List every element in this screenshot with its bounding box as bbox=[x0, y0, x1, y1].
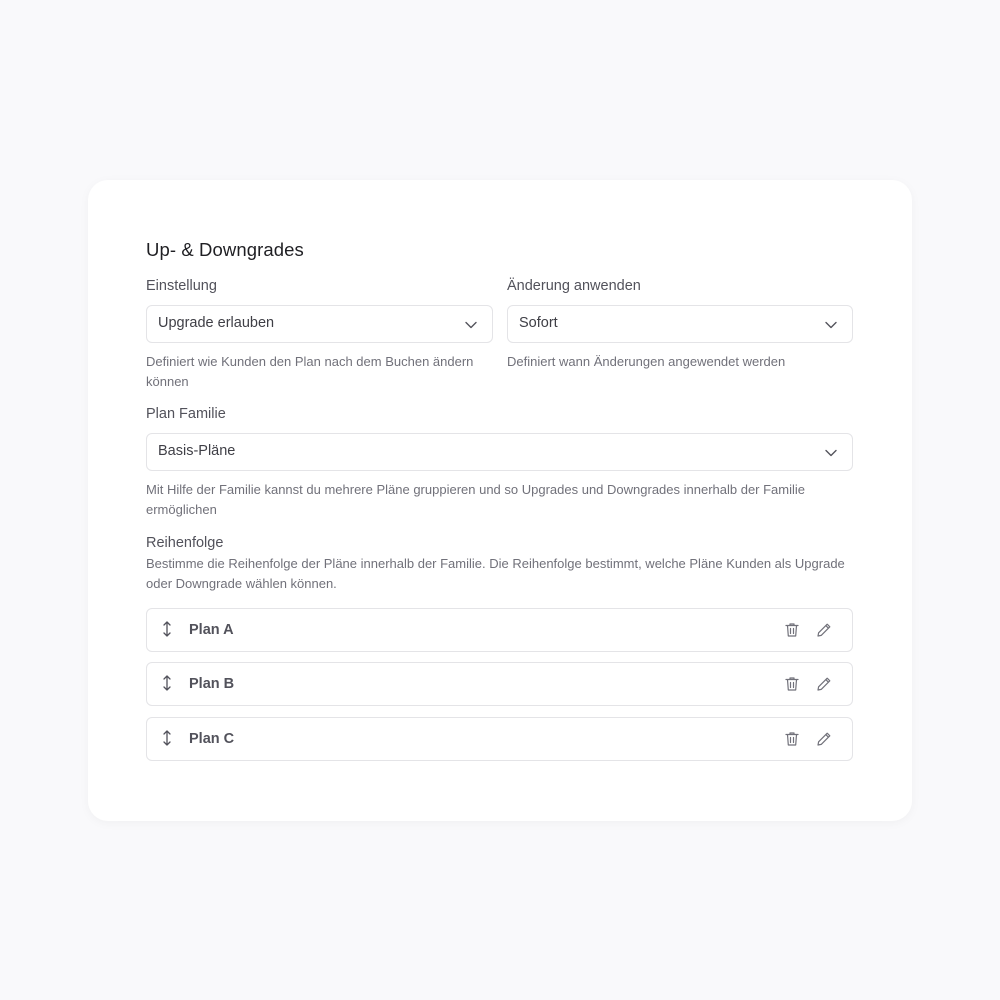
chevron-down-icon bbox=[465, 321, 477, 329]
trash-icon[interactable] bbox=[783, 621, 801, 639]
chevron-down-icon bbox=[825, 321, 837, 329]
plan-family-help: Mit Hilfe der Familie kannst du mehrere … bbox=[146, 482, 806, 517]
trash-icon[interactable] bbox=[783, 675, 801, 693]
apply-change-select[interactable]: Sofort bbox=[507, 305, 853, 343]
chevron-down-icon bbox=[825, 449, 837, 457]
plan-family-select[interactable]: Basis-Pläne bbox=[146, 433, 853, 471]
plan-name: Plan B bbox=[189, 676, 235, 692]
setting-label: Einstellung bbox=[146, 278, 217, 294]
drag-handle-icon[interactable] bbox=[160, 729, 174, 747]
pencil-icon[interactable] bbox=[815, 675, 833, 693]
plan-family-label: Plan Familie bbox=[146, 406, 226, 422]
plan-row[interactable]: Plan B bbox=[146, 662, 853, 706]
settings-card: Up- & Downgrades Einstellung Upgrade erl… bbox=[88, 180, 912, 821]
drag-handle-icon[interactable] bbox=[160, 620, 174, 638]
setting-help: Definiert wie Kunden den Plan nach dem B… bbox=[146, 354, 474, 389]
section-title: Up- & Downgrades bbox=[146, 239, 304, 260]
plan-name: Plan C bbox=[189, 731, 235, 747]
pencil-icon[interactable] bbox=[815, 621, 833, 639]
drag-handle-icon[interactable] bbox=[160, 674, 174, 692]
setting-select[interactable]: Upgrade erlauben bbox=[146, 305, 493, 343]
order-label: Reihenfolge bbox=[146, 535, 224, 551]
plan-name: Plan A bbox=[189, 622, 234, 638]
plan-row[interactable]: Plan C bbox=[146, 717, 853, 761]
apply-change-help: Definiert wann Änderungen angewendet wer… bbox=[507, 354, 786, 369]
apply-change-label: Änderung anwenden bbox=[507, 278, 641, 294]
apply-change-select-value: Sofort bbox=[519, 315, 558, 331]
pencil-icon[interactable] bbox=[815, 730, 833, 748]
order-help: Bestimme die Reihenfolge der Pläne inner… bbox=[146, 556, 845, 591]
setting-select-value: Upgrade erlauben bbox=[158, 315, 275, 331]
plan-family-select-value: Basis-Pläne bbox=[158, 443, 236, 459]
plan-row[interactable]: Plan A bbox=[146, 608, 853, 652]
trash-icon[interactable] bbox=[783, 730, 801, 748]
